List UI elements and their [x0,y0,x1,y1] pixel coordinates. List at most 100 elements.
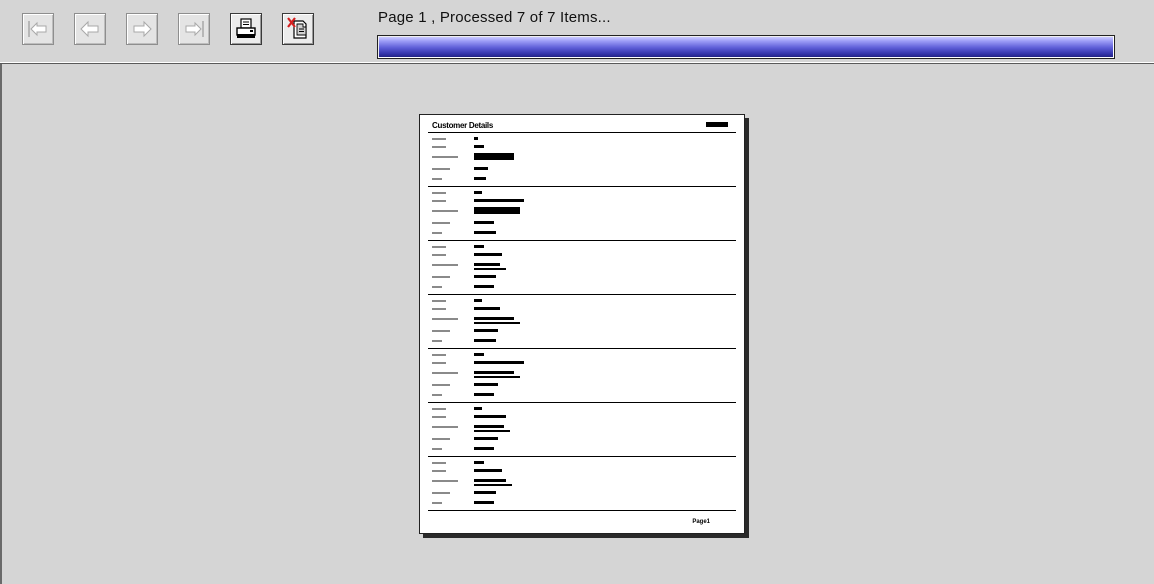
record-separator [428,456,736,457]
record-field-label [432,448,442,450]
toolbar: Page 1 , Processed 7 of 7 Items... [0,0,1154,64]
last-page-button[interactable] [178,13,210,45]
record-field-label [432,438,450,440]
report-page-preview: Customer Details Page1 [419,114,745,534]
record-field-value [474,437,498,440]
cancel-print-icon [287,17,307,39]
record-field-label [432,264,458,266]
record-separator [428,510,736,511]
record-field-label [432,210,458,212]
record-field-label [432,138,446,140]
record-field-value [474,263,500,266]
record-field-value [474,275,496,278]
record-field-value [474,167,488,170]
record-field-value [474,199,524,202]
record-field-value [474,415,506,418]
cancel-print-button[interactable] [282,13,314,45]
record-field-value [474,383,498,386]
record-field-label [432,222,450,224]
first-page-icon [28,21,47,37]
record-field-value [474,207,520,214]
record-field-label [432,394,442,396]
record-field-label [432,480,458,482]
record-field-value [474,285,494,288]
record-field-value [474,479,506,482]
record-field-label [432,462,446,464]
record-separator [428,240,736,241]
record-field-value [474,371,514,374]
record-field-label [432,168,450,170]
record-field-label [432,470,446,472]
progress-bar [377,35,1115,59]
record-field-label [432,354,446,356]
title-rule [428,132,736,133]
record-field-value [474,461,484,464]
record-field-label [432,340,442,342]
record-field-label [432,372,458,374]
record-field-value [474,153,514,160]
record-field-label [432,426,458,428]
record-field-label [432,192,446,194]
record-field-value [474,191,482,194]
record-separator [428,348,736,349]
report-footer: Page1 [692,519,710,525]
record-field-value [474,177,486,180]
record-field-value-line [474,430,510,432]
record-field-label [432,362,446,364]
status-text: Page 1 , Processed 7 of 7 Items... [378,9,611,26]
report-date [706,122,728,127]
record-field-value [474,137,478,140]
record-field-value [474,425,504,428]
next-page-button[interactable] [126,13,158,45]
print-button[interactable] [230,13,262,45]
record-field-label [432,330,450,332]
record-field-label [432,318,458,320]
record-field-label [432,254,446,256]
record-field-value [474,469,502,472]
record-field-label [432,276,450,278]
record-field-value [474,307,500,310]
record-field-label [432,300,446,302]
record-separator [428,186,736,187]
record-field-label [432,232,442,234]
previous-page-icon [80,20,99,38]
record-field-value [474,317,514,320]
record-field-value-line [474,376,520,378]
record-field-label [432,156,458,158]
last-page-icon [185,21,204,37]
record-field-value [474,329,498,332]
record-field-value-line [474,484,512,486]
record-field-value [474,299,482,302]
record-field-value [474,353,484,356]
record-field-label [432,384,450,386]
record-separator [428,402,736,403]
record-field-value [474,253,502,256]
next-page-icon [133,20,152,38]
print-icon [236,18,256,38]
record-field-label [432,502,442,504]
record-field-label [432,200,446,202]
record-field-value [474,221,494,224]
record-field-label [432,246,446,248]
record-field-label [432,416,446,418]
record-field-value [474,339,496,342]
record-field-label [432,146,446,148]
record-field-label [432,178,442,180]
record-field-value [474,491,496,494]
previous-page-button[interactable] [74,13,106,45]
record-field-label [432,286,442,288]
record-field-label [432,408,446,410]
record-field-value [474,361,524,364]
record-separator [428,294,736,295]
record-field-value-line [474,268,506,270]
record-field-value [474,501,494,504]
record-field-value [474,145,484,148]
record-field-value [474,231,496,234]
record-field-label [432,308,446,310]
progress-fill [379,37,1113,57]
record-field-value [474,447,494,450]
record-field-value [474,393,494,396]
record-field-label [432,492,450,494]
record-field-value-line [474,322,520,324]
first-page-button[interactable] [22,13,54,45]
